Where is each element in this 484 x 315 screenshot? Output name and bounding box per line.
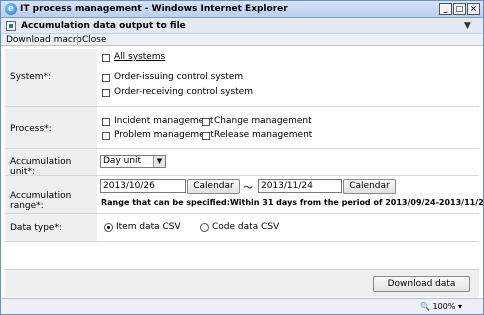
start-calendar-button[interactable]: Calendar xyxy=(187,179,240,194)
minimize-button[interactable]: _ xyxy=(439,3,452,15)
status-bar: 🔍 100% ▾ xyxy=(1,298,483,314)
item-data-csv-label: Item data CSV xyxy=(116,222,181,232)
download-macro-link[interactable]: Download macro xyxy=(6,34,82,46)
accumulation-unit-value: Day unit xyxy=(103,156,142,166)
accumulation-unit-row: Accumulation unit*: Day unit ▼ xyxy=(5,149,479,177)
data-type-row: Data type*: Item data CSV Code data CSV xyxy=(5,214,479,242)
zoom-icon: 🔍 xyxy=(420,302,430,311)
range-note: Range that can be specified:Within 31 da… xyxy=(101,198,484,207)
all-systems-label: All systems xyxy=(114,52,166,62)
browser-window: e IT process management - Windows Intern… xyxy=(0,0,484,315)
menu-bar: Download macro Close xyxy=(1,34,483,46)
download-data-button[interactable]: Download data xyxy=(373,276,470,292)
accumulation-unit-label-cell: Accumulation unit*: xyxy=(5,149,97,177)
range-start-input[interactable]: 2013/10/26 xyxy=(100,179,186,193)
item-data-csv-radio[interactable] xyxy=(104,223,113,232)
system-row: System*: All systems Order-issuing contr… xyxy=(5,49,479,107)
chevron-down-icon[interactable]: ▼ xyxy=(464,21,471,31)
data-type-label: Data type*: xyxy=(10,223,62,233)
close-link[interactable]: Close xyxy=(82,34,107,46)
order-issuing-label: Order-issuing control system xyxy=(114,72,244,82)
process-row: Process*: Incident management Change man… xyxy=(5,107,479,149)
range-end-input[interactable]: 2013/11/24 xyxy=(258,179,342,193)
page-title: Accumulation data output to file xyxy=(21,21,186,31)
zoom-control[interactable]: 🔍 100% ▾ xyxy=(420,302,462,311)
code-data-csv-radio[interactable] xyxy=(200,223,209,232)
dialog-icon xyxy=(6,21,16,31)
accumulation-range-label-cell: Accumulation range*: xyxy=(5,176,97,213)
accumulation-range-label: Accumulation range*: xyxy=(10,191,72,211)
page-header: Accumulation data output to file ▼ xyxy=(1,18,483,34)
process-label: Process*: xyxy=(10,124,52,134)
order-issuing-checkbox[interactable] xyxy=(102,74,110,82)
problem-management-label: Problem management xyxy=(114,130,214,140)
accumulation-unit-label: Accumulation unit*: xyxy=(10,157,72,177)
system-label: System*: xyxy=(10,72,52,82)
change-management-checkbox[interactable] xyxy=(202,118,210,126)
accumulation-range-row: Accumulation range*: 2013/10/26 Calendar… xyxy=(5,176,484,214)
incident-management-checkbox[interactable] xyxy=(102,118,110,126)
order-receiving-checkbox[interactable] xyxy=(102,89,110,97)
footer-bar: Download data xyxy=(5,269,479,297)
close-window-button[interactable]: × xyxy=(467,3,480,15)
range-separator: ～ xyxy=(243,183,253,194)
process-label-cell: Process*: xyxy=(5,107,97,148)
chevron-down-icon: ▼ xyxy=(153,156,165,167)
release-management-checkbox[interactable] xyxy=(202,132,210,140)
window-title: IT process management - Windows Internet… xyxy=(20,4,288,14)
menu-separator xyxy=(77,35,78,45)
all-systems-checkbox[interactable] xyxy=(102,54,110,62)
release-management-label: Release management xyxy=(214,130,313,140)
zoom-level: 100% xyxy=(432,302,456,311)
code-data-csv-label: Code data CSV xyxy=(212,222,280,232)
title-bar: e IT process management - Windows Intern… xyxy=(1,1,483,18)
change-management-label: Change management xyxy=(214,116,312,126)
maximize-button[interactable]: □ xyxy=(453,3,466,15)
accumulation-unit-select[interactable]: Day unit ▼ xyxy=(100,155,166,168)
end-calendar-button[interactable]: Calendar xyxy=(343,179,396,194)
data-type-label-cell: Data type*: xyxy=(5,214,97,241)
order-receiving-label: Order-receiving control system xyxy=(114,87,253,97)
ie-logo-icon: e xyxy=(5,3,17,15)
problem-management-checkbox[interactable] xyxy=(102,132,110,140)
incident-management-label: Incident management xyxy=(114,116,214,126)
system-label-cell: System*: xyxy=(5,49,97,106)
chevron-down-icon: ▾ xyxy=(457,302,462,311)
